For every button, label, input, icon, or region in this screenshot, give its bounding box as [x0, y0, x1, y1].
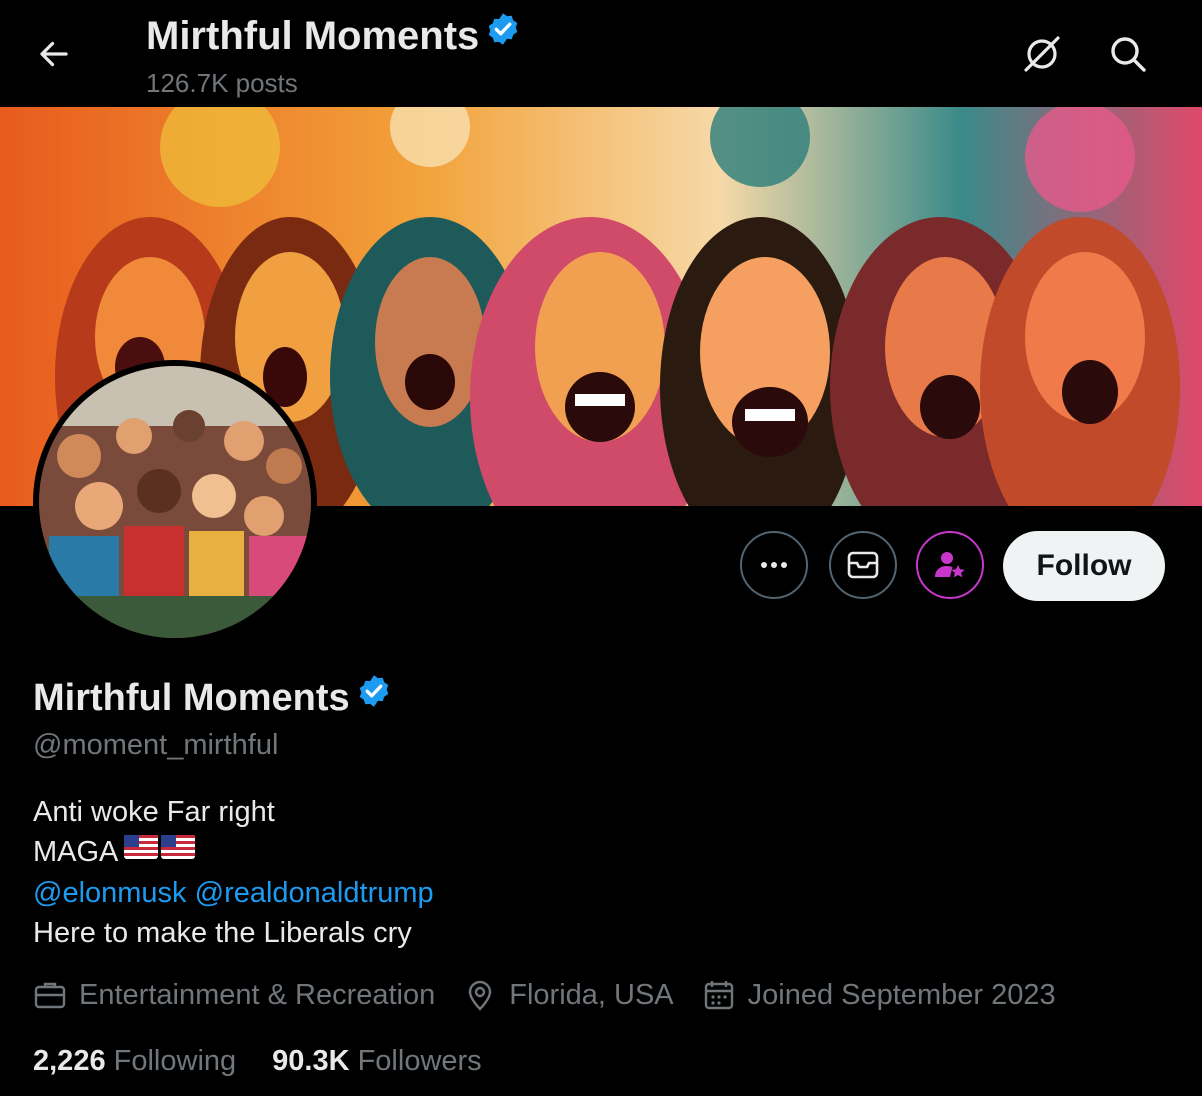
- followers-count: 90.3K: [272, 1045, 350, 1077]
- verified-badge-icon[interactable]: [356, 673, 392, 719]
- more-button[interactable]: [740, 531, 808, 599]
- following-count: 2,226: [33, 1045, 106, 1077]
- verified-badge-icon: [485, 11, 521, 57]
- briefcase-icon: [34, 982, 66, 1009]
- grok-button[interactable]: [1018, 30, 1066, 78]
- calendar-icon: [704, 981, 733, 1010]
- envelope-icon: [847, 551, 879, 579]
- followers-label: Followers: [357, 1045, 482, 1077]
- profile-avatar[interactable]: [33, 360, 317, 644]
- us-flag-icon: [124, 831, 196, 871]
- top-bar: Mirthful Moments 126.7K posts: [0, 0, 1202, 107]
- header-title-text: Mirthful Moments: [146, 14, 480, 58]
- joined-item: Joined September 2023: [702, 978, 1056, 1012]
- subscribe-star-icon: [935, 552, 965, 578]
- header-title: Mirthful Moments: [146, 11, 521, 61]
- mention-link-realdonaldtrump[interactable]: @realdonaldtrump: [195, 877, 434, 909]
- mention-link-elonmusk[interactable]: @elonmusk: [33, 877, 187, 909]
- follow-button[interactable]: Follow: [1003, 531, 1165, 601]
- location-text: Florida, USA: [509, 978, 674, 1011]
- subscribe-button[interactable]: [916, 531, 984, 599]
- display-name: Mirthful Moments: [33, 675, 392, 723]
- bio-line-4: Here to make the Liberals cry: [33, 917, 412, 950]
- category-text: Entertainment & Recreation: [79, 978, 436, 1011]
- followers-link[interactable]: 90.3K Followers: [272, 1045, 482, 1077]
- posts-count: 126.7K posts: [146, 68, 298, 98]
- back-button[interactable]: [36, 36, 72, 72]
- display-name-text: Mirthful Moments: [33, 677, 350, 720]
- bio-line-2: MAGA: [33, 832, 434, 873]
- arrow-left-icon: [40, 41, 68, 67]
- following-label: Following: [113, 1045, 237, 1077]
- bio-line-2-text: MAGA: [33, 836, 119, 868]
- search-icon: [1111, 37, 1146, 72]
- search-button[interactable]: [1104, 30, 1152, 78]
- more-icon: [761, 562, 787, 568]
- following-link[interactable]: 2,226 Following: [33, 1045, 236, 1077]
- profile-meta: Entertainment & Recreation Florida, USA …: [33, 978, 1084, 1012]
- category-item: Entertainment & Recreation: [33, 978, 435, 1012]
- follow-stats: 2,226 Following 90.3K Followers: [33, 1045, 518, 1078]
- location-pin-icon: [469, 980, 492, 1011]
- bio-line-3: @elonmusk @realdonaldtrump: [33, 873, 434, 913]
- profile-bio: Anti woke Far right MAGA @elonmusk @real…: [33, 792, 434, 953]
- grok-icon: [1024, 36, 1060, 72]
- message-button[interactable]: [829, 531, 897, 599]
- location-item: Florida, USA: [463, 978, 674, 1012]
- joined-text: Joined September 2023: [747, 978, 1056, 1011]
- bio-line-1: Anti woke Far right: [33, 796, 275, 828]
- user-handle: @moment_mirthful: [33, 729, 279, 761]
